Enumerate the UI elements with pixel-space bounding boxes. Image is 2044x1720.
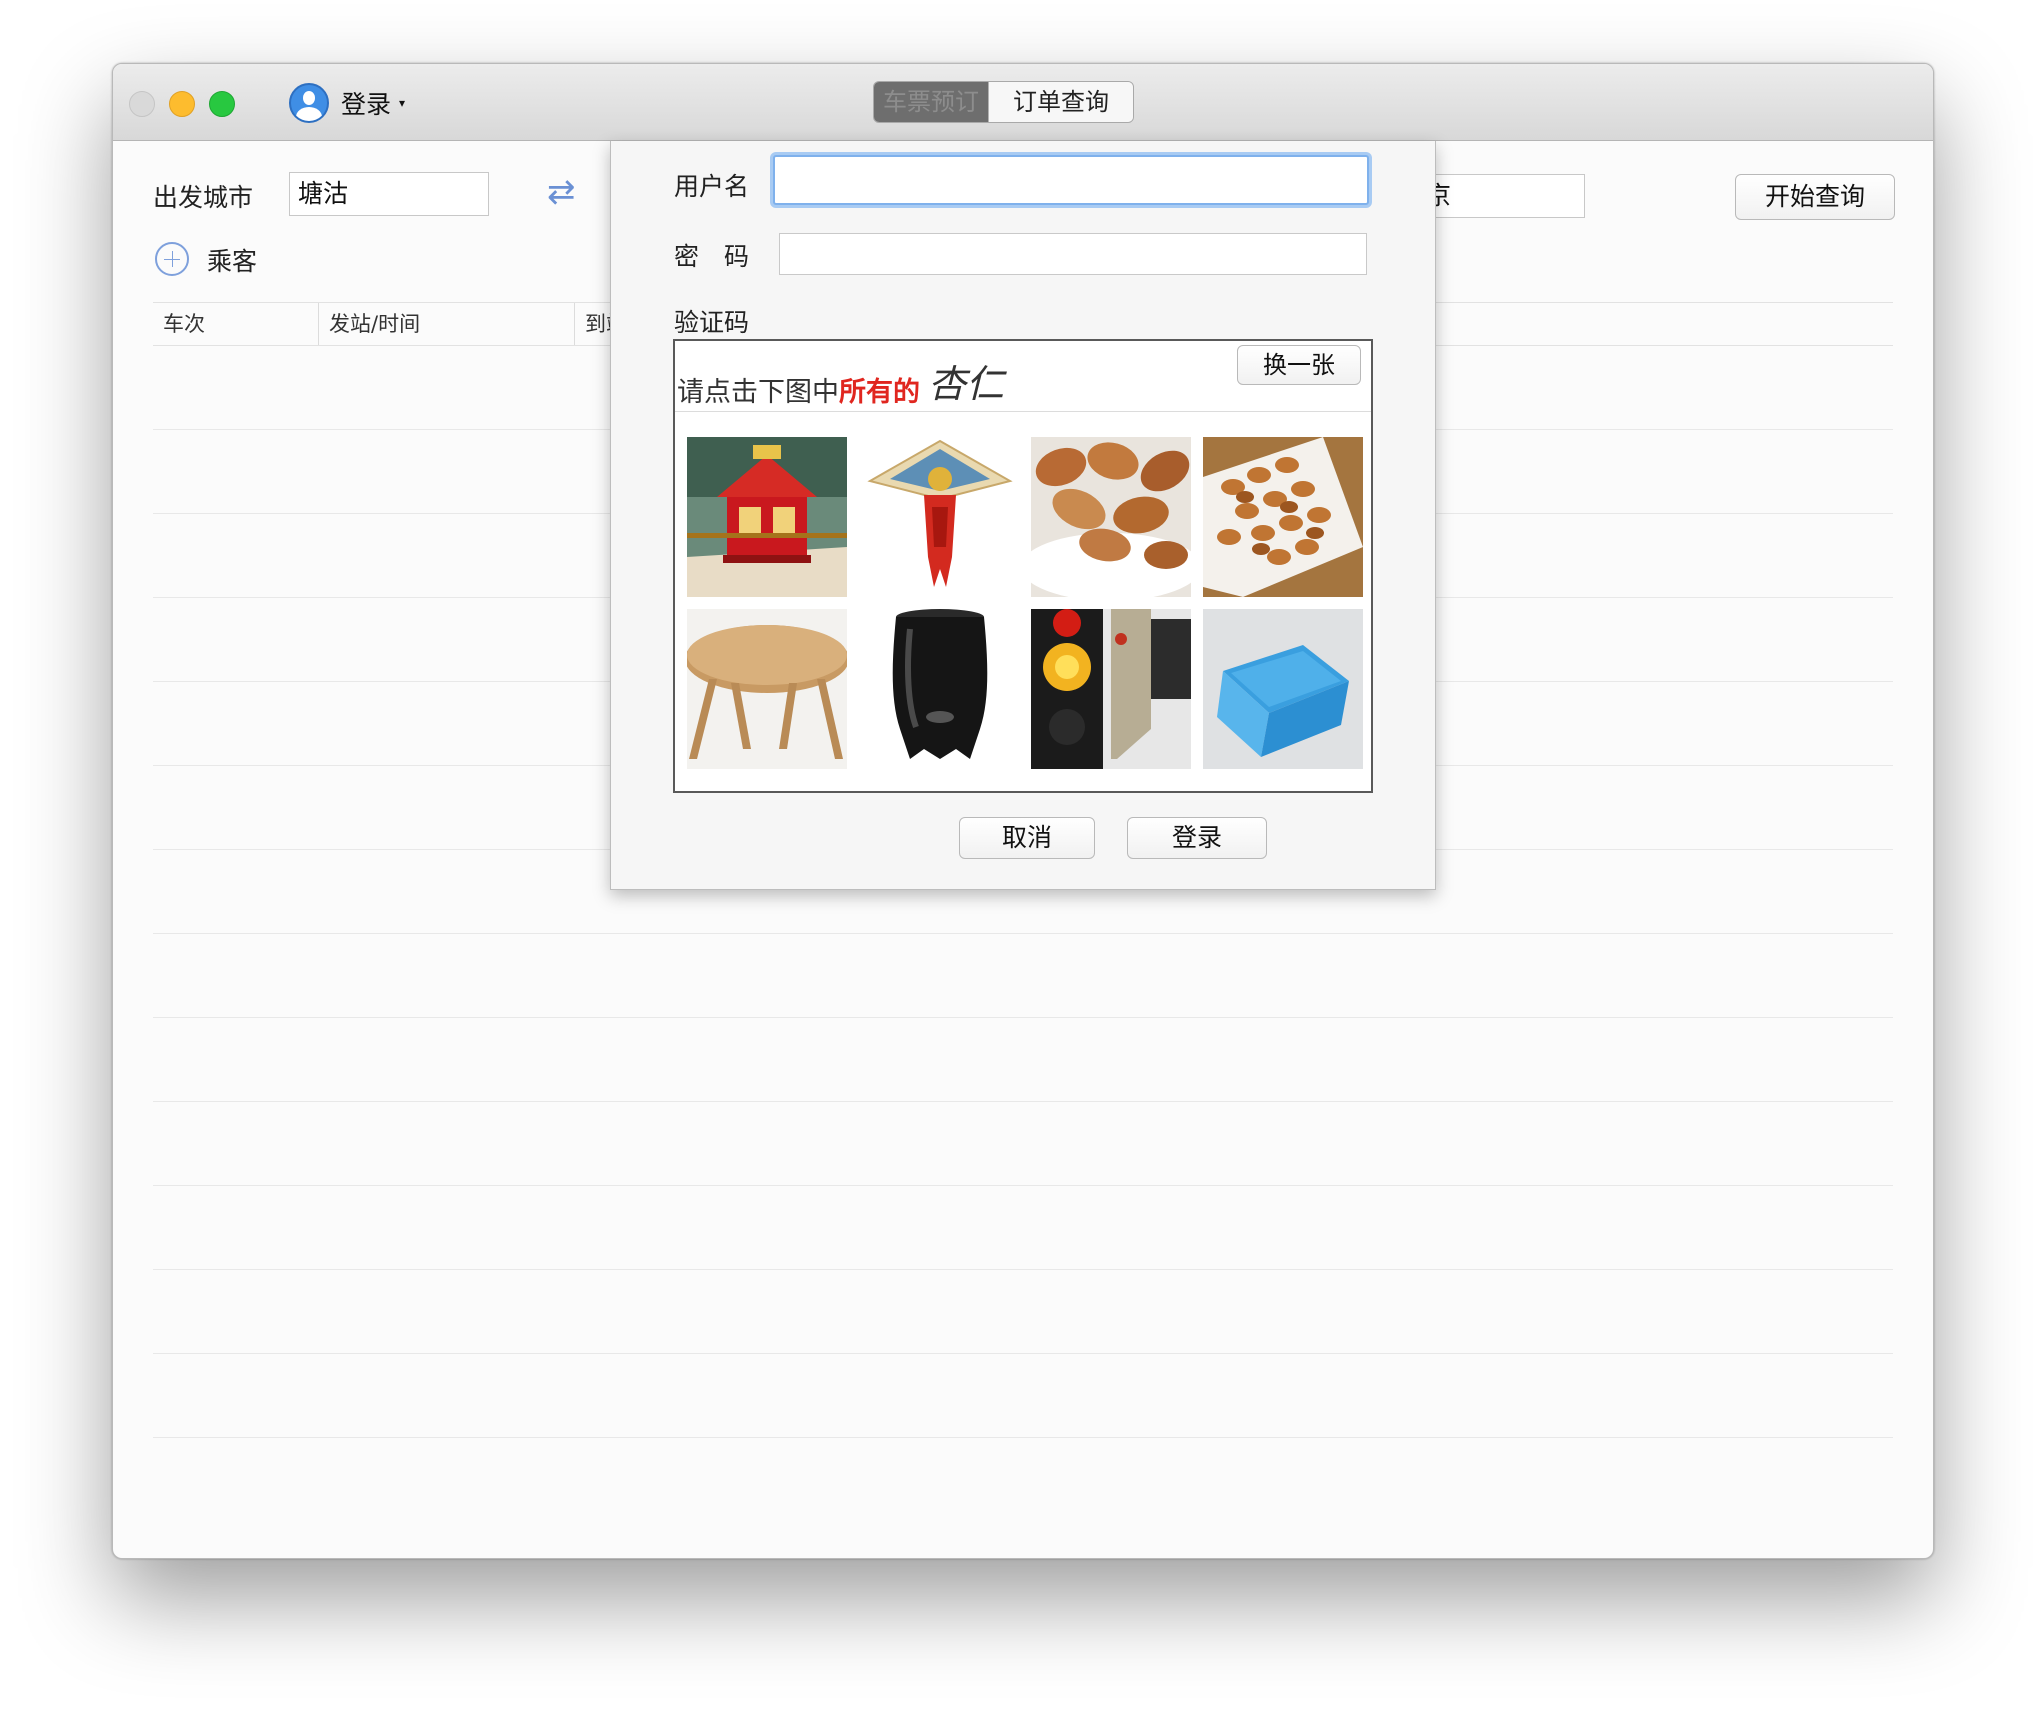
almonds-image	[1031, 437, 1191, 597]
captcha-tile-sedan-chair[interactable]	[687, 437, 847, 597]
username-label: 用户名	[674, 172, 750, 201]
table-row	[153, 1269, 1893, 1270]
captcha-tile-table[interactable]	[687, 609, 847, 769]
traffic-light-image	[1031, 609, 1191, 769]
swap-cities-icon[interactable]: ⇄	[547, 172, 576, 212]
vase-image	[860, 609, 1020, 769]
password-input[interactable]	[779, 233, 1367, 275]
start-search-button[interactable]: 开始查询	[1735, 174, 1895, 220]
username-input[interactable]	[773, 155, 1369, 205]
add-passenger-icon[interactable]	[155, 242, 189, 276]
column-header-departure[interactable]: 发站/时间	[319, 303, 575, 345]
captcha-panel: 请点击下图中所有的 杏仁 换一张	[673, 339, 1373, 793]
tab-ticket-booking[interactable]: 车票预订	[874, 82, 988, 122]
almonds-plate-image	[1203, 437, 1363, 597]
login-dialog: 用户名 密 码 验证码 请点击下图中所有的 杏仁 换一张 取消 登录	[610, 141, 1436, 890]
user-avatar-icon	[289, 83, 329, 123]
captcha-tile-almonds-plate[interactable]	[1203, 437, 1363, 597]
login-button[interactable]: 登录	[1127, 817, 1267, 859]
app-window: 登录 ▾ 车票预订 订单查询 出发城市 塘沽 ⇄ 京 开始查询 乘客 车次 发站…	[112, 63, 1934, 1559]
table-row	[153, 1101, 1893, 1102]
table-image	[687, 609, 847, 769]
captcha-target-word: 杏仁	[928, 362, 1005, 406]
title-bar: 登录 ▾ 车票预订 订单查询	[113, 64, 1933, 141]
table-row	[153, 1353, 1893, 1354]
login-menu[interactable]: 登录 ▾	[289, 82, 405, 124]
kite-image	[860, 437, 1020, 597]
tab-order-query[interactable]: 订单查询	[988, 82, 1133, 122]
captcha-prompt-emphasis: 所有的	[839, 377, 920, 408]
login-menu-label: 登录	[341, 90, 392, 119]
main-tabs: 车票预订 订单查询	[873, 81, 1134, 123]
close-window-button[interactable]	[129, 91, 155, 117]
table-row	[153, 933, 1893, 934]
captcha-tile-kite[interactable]	[860, 437, 1020, 597]
from-city-input[interactable]: 塘沽	[289, 172, 489, 216]
captcha-label: 验证码	[674, 308, 750, 337]
caret-down-icon: ▾	[399, 96, 406, 110]
captcha-tile-traffic-light[interactable]	[1031, 609, 1191, 769]
captcha-prompt-text: 请点击下图中	[677, 377, 839, 408]
captcha-prompt: 请点击下图中所有的 杏仁	[677, 357, 1004, 412]
to-city-input[interactable]: 京	[1423, 174, 1585, 218]
captcha-tile-almonds[interactable]	[1031, 437, 1191, 597]
password-label: 密 码	[674, 242, 750, 271]
table-row	[153, 1185, 1893, 1186]
column-header-train-no[interactable]: 车次	[153, 303, 319, 345]
captcha-tile-paper-box[interactable]	[1203, 609, 1363, 769]
passenger-label: 乘客	[207, 247, 258, 276]
table-row	[153, 1437, 1893, 1438]
cancel-button[interactable]: 取消	[959, 817, 1095, 859]
maximize-window-button[interactable]	[209, 91, 235, 117]
paper-box-image	[1203, 609, 1363, 769]
table-row	[153, 1017, 1893, 1018]
captcha-refresh-button[interactable]: 换一张	[1237, 345, 1361, 385]
from-city-label: 出发城市	[153, 183, 254, 212]
captcha-header: 请点击下图中所有的 杏仁 换一张	[675, 341, 1371, 412]
minimize-window-button[interactable]	[169, 91, 195, 117]
sedan-chair-image	[687, 437, 847, 597]
captcha-tile-vase[interactable]	[860, 609, 1020, 769]
